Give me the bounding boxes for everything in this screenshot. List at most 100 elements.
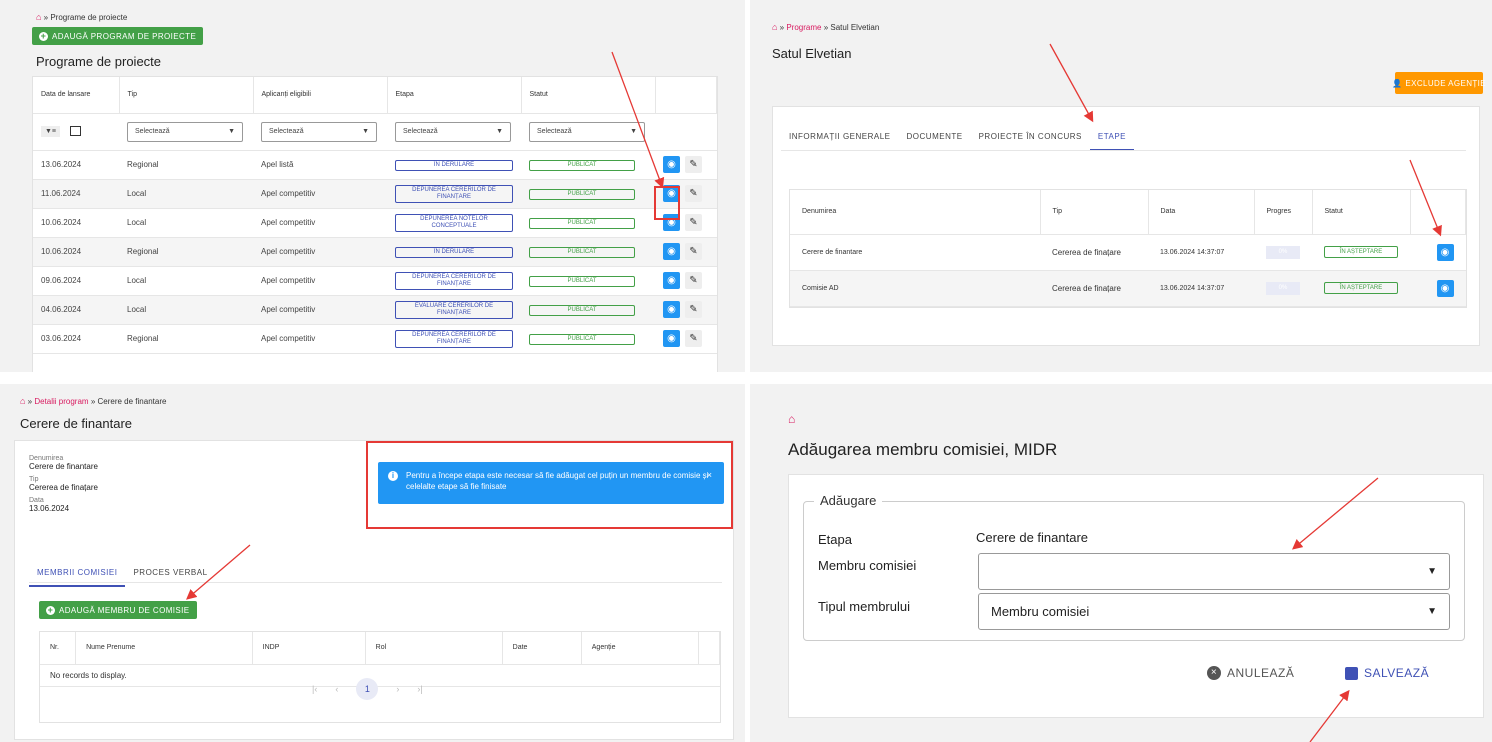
col-indp[interactable]: INDP (252, 632, 366, 665)
plus-icon: + (39, 30, 48, 41)
col-name[interactable]: Nume Prenume (75, 632, 253, 665)
filter-status-select[interactable]: Selectează ▼ (529, 121, 645, 142)
col-date[interactable]: Date (502, 632, 582, 665)
edit-pencil-icon[interactable]: ✎ (685, 330, 702, 347)
stage-chip: DEPUNEREA CERERILOR DE FINANȚARE (395, 184, 513, 203)
view-eye-icon[interactable]: ◉ (663, 301, 680, 318)
stage-fields: Denumirea Cerere de finantare Tip Cerere… (29, 455, 98, 513)
progress-bar: 0% (1266, 245, 1300, 259)
col-nr[interactable]: Nr. (40, 632, 77, 665)
programs-table: Data de lansare Tip Aplicanți eligibili … (33, 77, 717, 354)
next-page-icon[interactable]: › (396, 684, 399, 694)
member-type-select[interactable]: Membru comisiei ▼ (978, 593, 1450, 630)
cancel-circle-icon: × (1207, 666, 1221, 680)
table-row: 13.06.2024 Regional Apel listă ÎN DERULARE… (33, 150, 717, 180)
home-icon[interactable]: ⌂ (788, 412, 795, 426)
status-chip: PUBLICAT (529, 217, 635, 229)
page-title: Adăugarea membru comisiei, MIDR (788, 440, 1058, 459)
save-icon (1345, 666, 1358, 680)
stages-table-card: Denumirea Tip Data Progres Statut Cerere… (789, 189, 1467, 308)
highlight-box (366, 441, 733, 529)
tab-minutes[interactable]: PROCES VERBAL (125, 565, 215, 587)
filter-icon[interactable]: ▼≡ (41, 126, 61, 138)
prev-page-icon[interactable]: ‹ (335, 684, 338, 694)
page-title: Cerere de finantare (20, 416, 133, 431)
breadcrumb-link[interactable]: Detalii program (34, 397, 88, 406)
col-stage[interactable]: Etapa (387, 77, 522, 114)
page-title: Programe de proiecte (36, 54, 162, 69)
col-date[interactable]: Data (1148, 190, 1255, 235)
caret-down-icon: ▼ (1427, 566, 1437, 577)
fieldset-legend: Adăugare (814, 493, 883, 508)
col-actions (1410, 190, 1466, 235)
home-icon[interactable]: ⌂ (36, 12, 41, 22)
member-label: Membru comisiei (818, 558, 917, 573)
col-date[interactable]: Data de lansare (33, 77, 120, 114)
add-member-button[interactable]: + ADAUGĂ MEMBRU DE COMISIE (39, 601, 197, 619)
col-type[interactable]: Tip (119, 77, 254, 114)
col-status[interactable]: Statut (1312, 190, 1411, 235)
view-eye-icon[interactable]: ◉ (1436, 279, 1454, 297)
edit-pencil-icon[interactable]: ✎ (685, 301, 702, 318)
last-page-icon[interactable]: ›| (417, 684, 422, 694)
edit-pencil-icon[interactable]: ✎ (685, 185, 702, 202)
breadcrumb: ⌂ » Detalii program » Cerere de finantar… (20, 396, 167, 406)
status-chip: PUBLICAT (529, 246, 635, 258)
view-eye-icon[interactable]: ◉ (663, 243, 680, 260)
stage-chip: DEPUNEREA NOTELOR CONCEPTUALE (395, 213, 513, 232)
home-icon[interactable]: ⌂ (20, 396, 25, 406)
stage-value: Cerere de finantare (976, 530, 1089, 545)
table-row: 04.06.2024 Local Apel competitiv EVALUARE … (33, 295, 717, 325)
edit-pencil-icon[interactable]: ✎ (685, 214, 702, 231)
add-member-panel: ⌂ Adăugarea membru comisiei, MIDR Adăuga… (750, 384, 1492, 742)
col-agency[interactable]: Agenție (581, 632, 700, 665)
breadcrumb-text: » Programe de proiecte (43, 13, 128, 22)
col-status[interactable]: Statut (521, 77, 656, 114)
programs-panel: ⌂ » Programe de proiecte + ADAUGĂ PROGRAM… (0, 0, 745, 372)
view-eye-icon[interactable]: ◉ (663, 272, 680, 289)
tab-documents[interactable]: DOCUMENTE (899, 129, 971, 151)
breadcrumb-link[interactable]: Programe (786, 23, 821, 32)
status-chip: PUBLICAT (529, 275, 635, 287)
exclude-agency-button[interactable]: 👤 EXCLUDE AGENȚIE (1392, 72, 1486, 94)
details-tabs: INFORMAȚII GENERALE DOCUMENTE PROIECTE Î… (781, 129, 1135, 151)
filter-applicants-select[interactable]: Selectează ▼ (261, 121, 377, 142)
table-row: 10.06.2024 Local Apel competitiv DEPUNEREA… (33, 208, 717, 238)
col-actions (655, 77, 717, 114)
calendar-icon[interactable] (70, 125, 82, 136)
view-eye-icon[interactable]: ◉ (663, 330, 680, 347)
col-role[interactable]: Rol (365, 632, 503, 665)
home-icon[interactable]: ⌂ (772, 22, 777, 32)
first-page-icon[interactable]: |‹ (312, 684, 317, 694)
tab-projects[interactable]: PROIECTE ÎN CONCURS (971, 129, 1090, 151)
status-chip: PUBLICAT (529, 159, 635, 171)
stage-chip: DEPUNEREA CERERILOR DE FINANȚARE (395, 329, 513, 348)
status-chip: PUBLICAT (529, 188, 635, 200)
filter-type-select[interactable]: Selectează ▼ (127, 121, 243, 142)
save-button[interactable]: SALVEAZĂ (1345, 666, 1429, 680)
col-applicants[interactable]: Aplicanți eligibili (253, 77, 388, 114)
col-type[interactable]: Tip (1040, 190, 1149, 235)
member-select[interactable]: ▼ (978, 553, 1450, 590)
col-progress[interactable]: Progres (1254, 190, 1313, 235)
plus-icon: + (46, 604, 55, 615)
tab-general-info[interactable]: INFORMAȚII GENERALE (781, 129, 899, 151)
view-eye-icon[interactable]: ◉ (1436, 243, 1454, 261)
edit-pencil-icon[interactable]: ✎ (685, 272, 702, 289)
table-row: 03.06.2024 Regional Apel competitiv DEPUNE… (33, 324, 717, 354)
status-chip: ÎN AȘTEPTARE (1324, 246, 1398, 258)
add-member-card: Adăugare Etapa Cerere de finantare Membr… (788, 474, 1484, 718)
cancel-button[interactable]: × ANULEAZĂ (1207, 666, 1294, 680)
table-row: Cerere de finantare Cererea de finațare … (790, 234, 1466, 271)
table-row: 11.06.2024 Local Apel competitiv DEPUNEREA… (33, 179, 717, 209)
status-chip: PUBLICAT (529, 333, 635, 345)
edit-pencil-icon[interactable]: ✎ (685, 243, 702, 260)
add-program-button[interactable]: + ADAUGĂ PROGRAM DE PROIECTE (32, 27, 204, 45)
edit-pencil-icon[interactable]: ✎ (685, 156, 702, 173)
col-name[interactable]: Denumirea (790, 190, 1041, 235)
filter-stage-select[interactable]: Selectează ▼ (395, 121, 511, 142)
tab-committee-members[interactable]: MEMBRII COMISIEI (29, 565, 126, 587)
page-button[interactable]: 1 (356, 678, 379, 700)
view-eye-icon[interactable]: ◉ (663, 156, 680, 173)
tab-stages[interactable]: ETAPE (1089, 129, 1135, 151)
